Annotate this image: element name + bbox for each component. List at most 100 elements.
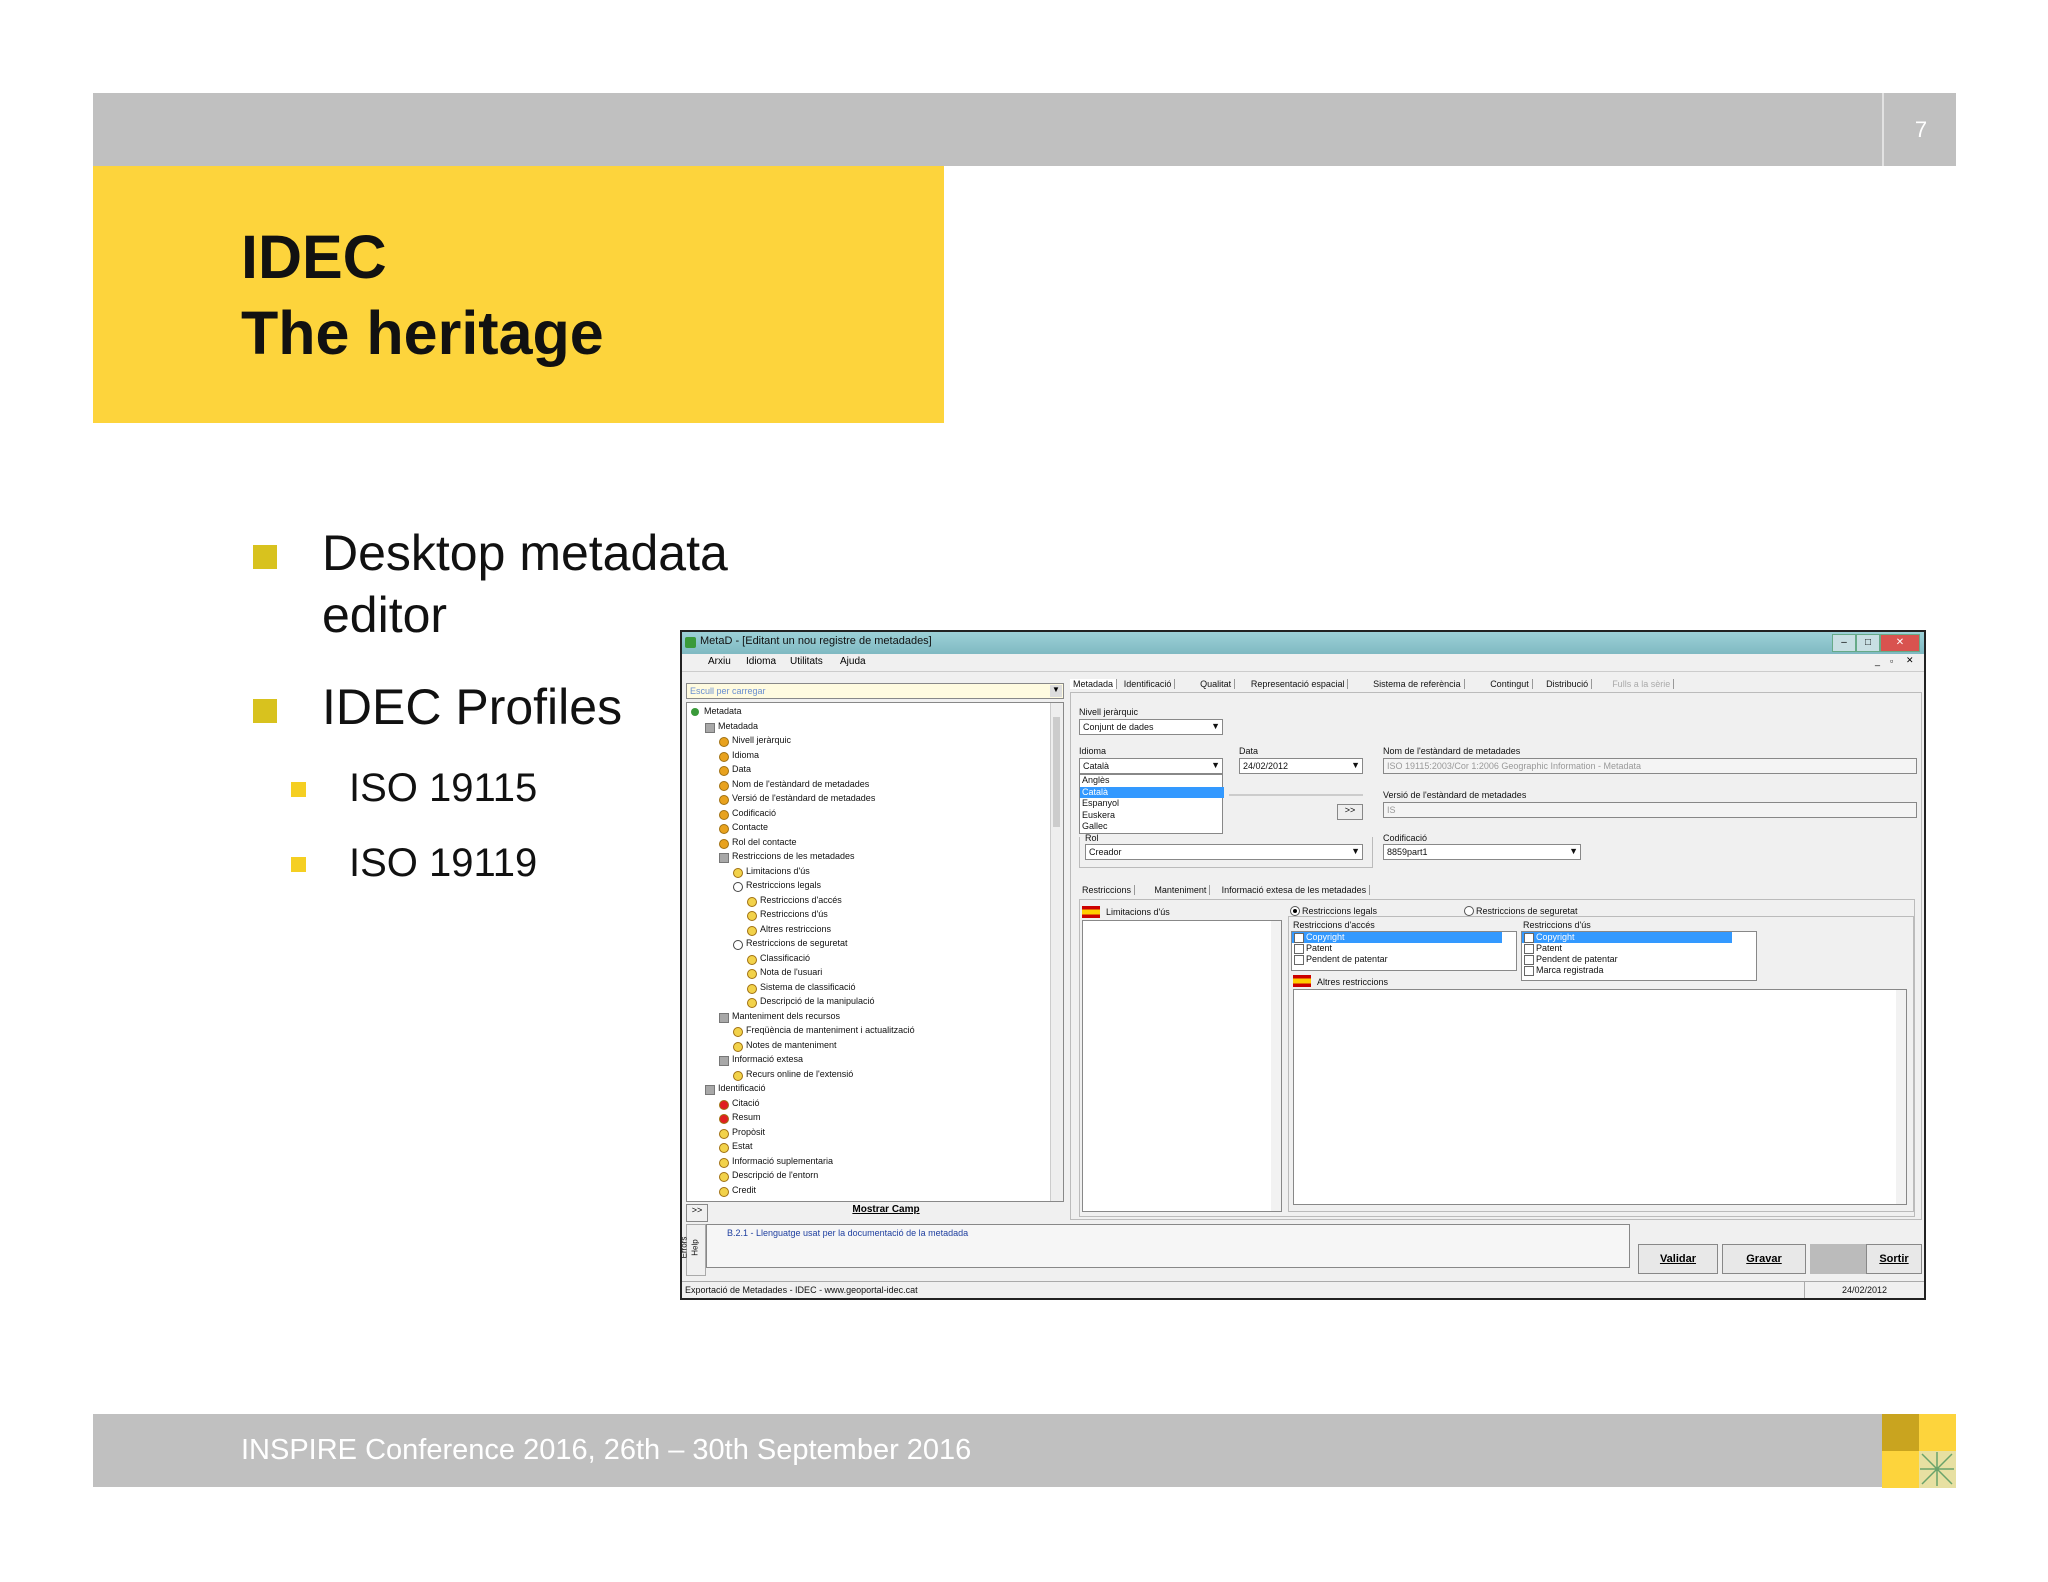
flag-icon xyxy=(1082,906,1100,918)
use-limits-textarea[interactable] xyxy=(1082,920,1282,1212)
tab-4[interactable]: Sistema de referència xyxy=(1370,679,1465,689)
language-option[interactable]: Català xyxy=(1080,786,1224,798)
textarea-scrollbar[interactable] xyxy=(1271,921,1281,1211)
tree-item-label: Data xyxy=(732,764,752,774)
checkbox-item[interactable]: Marca registrada xyxy=(1522,965,1732,976)
yellow-dot-icon xyxy=(733,1027,743,1037)
folder-icon xyxy=(719,853,729,863)
checkbox[interactable] xyxy=(1524,933,1534,943)
checkbox[interactable] xyxy=(1524,966,1534,976)
tab-5[interactable]: Contingut xyxy=(1487,679,1533,689)
tree-item-label: Restriccions legals xyxy=(746,880,822,890)
checkbox-item[interactable]: Patent xyxy=(1292,943,1502,954)
tree-item-label: Nota de l'usuari xyxy=(760,967,823,977)
mdi-minimize-icon[interactable]: _ xyxy=(1875,656,1880,666)
bullet-text: IDEC Profiles xyxy=(322,679,623,735)
tree-item-label: Classificació xyxy=(760,952,811,963)
chevron-down-icon[interactable]: ▼ xyxy=(1569,846,1578,856)
language-option[interactable]: Euskera xyxy=(1080,810,1224,821)
yellow-dot-icon xyxy=(719,1186,729,1197)
std-version-field[interactable]: IS xyxy=(1383,802,1917,818)
tab-2[interactable]: Qualitat xyxy=(1197,679,1236,689)
mdi-restore-icon[interactable]: ▫ xyxy=(1890,656,1893,666)
language-option[interactable]: Gallec xyxy=(1080,821,1224,832)
window-titlebar[interactable]: MetaD - [Editant un nou registre de meta… xyxy=(682,632,1924,654)
legal-radio[interactable] xyxy=(1290,906,1300,916)
language-select[interactable]: Català ▼ xyxy=(1079,758,1223,774)
maximize-icon[interactable]: □ xyxy=(1856,634,1880,652)
date-picker[interactable]: 24/02/2012 ▼ xyxy=(1239,758,1363,774)
checkbox-item[interactable]: Copyright xyxy=(1292,932,1502,943)
minimize-icon[interactable]: – xyxy=(1832,634,1856,652)
tab-7[interactable]: Fulls a la sèrie xyxy=(1609,679,1675,689)
show-field-button[interactable]: Mostrar Camp xyxy=(708,1204,1064,1220)
checkbox-item[interactable]: Pendent de patentar xyxy=(1522,954,1732,965)
close-icon[interactable]: ✕ xyxy=(1880,634,1920,652)
chevron-down-icon[interactable]: ▼ xyxy=(1211,760,1220,770)
save-button[interactable]: Gravar xyxy=(1722,1244,1806,1274)
tree-item-label: Estat xyxy=(732,1141,753,1151)
checkbox[interactable] xyxy=(1294,933,1304,943)
scroll-thumb[interactable] xyxy=(1053,717,1060,827)
tree-item-label: Idioma xyxy=(732,749,760,760)
security-radio[interactable] xyxy=(1464,906,1474,916)
std-name-field[interactable]: ISO 19115:2003/Cor 1:2006 Geographic Inf… xyxy=(1383,758,1917,774)
checkbox-item[interactable]: Pendent de patentar xyxy=(1292,954,1502,965)
textarea-scrollbar[interactable] xyxy=(1896,990,1906,1204)
contact-group xyxy=(1079,837,1373,868)
sub-bullet-marker xyxy=(291,857,306,872)
tab-3[interactable]: Representació espacial xyxy=(1248,679,1349,689)
chevron-down-icon[interactable]: ▼ xyxy=(1211,721,1220,731)
load-combobox[interactable]: Escull per carregar ▼ xyxy=(686,683,1064,699)
load-placeholder: Escull per carregar xyxy=(690,686,766,696)
checkbox[interactable] xyxy=(1524,944,1534,954)
metadata-tree[interactable]: Metadata Metadada Nivell jeràrquic Idioma Da… xyxy=(686,702,1064,1202)
checkbox[interactable] xyxy=(1294,955,1304,965)
other-restrictions-textarea[interactable] xyxy=(1293,989,1907,1205)
folder-icon xyxy=(719,1012,729,1023)
chevron-down-icon[interactable]: ▼ xyxy=(1050,685,1062,697)
checkbox[interactable] xyxy=(1294,944,1304,954)
mdi-close-icon[interactable]: ✕ xyxy=(1906,655,1914,666)
tab-0[interactable]: Metadada xyxy=(1070,679,1118,689)
exit-button[interactable]: Sortir xyxy=(1866,1244,1922,1274)
validate-button[interactable]: Validar xyxy=(1638,1244,1718,1274)
tree-item-label: Limitacions d'ús xyxy=(746,865,810,876)
menu-ajuda[interactable]: Ajuda xyxy=(840,656,866,667)
encoding-select[interactable]: 8859part1 ▼ xyxy=(1383,844,1581,860)
language-dropdown-list[interactable]: Anglès Català Espanyol Euskera Gallec xyxy=(1079,774,1224,834)
access-list[interactable]: Copyright Patent Pendent de patentar xyxy=(1291,931,1517,971)
menu-idioma[interactable]: Idioma xyxy=(746,656,776,667)
checkbox[interactable] xyxy=(1524,955,1534,965)
subtab-1[interactable]: Manteniment xyxy=(1151,885,1211,895)
tab-1[interactable]: Identificació xyxy=(1121,679,1176,689)
language-option[interactable]: Espanyol xyxy=(1080,798,1224,809)
errors-tab[interactable]: Errors xyxy=(682,1237,688,1259)
use-list[interactable]: Copyright Patent Pendent de patentar Marca … xyxy=(1521,931,1757,981)
yellow-dot-icon xyxy=(719,1157,729,1168)
date-label: Data xyxy=(1239,746,1259,756)
tree-item-label: Freqüència de manteniment i actualitzaci… xyxy=(746,1025,915,1035)
menu-arxiu[interactable]: Arxiu xyxy=(708,656,731,667)
restrictions-panel: Limitacions d'ús Restriccions legals Res… xyxy=(1079,899,1915,1217)
tree-scrollbar[interactable] xyxy=(1050,703,1063,1201)
expand-button[interactable]: >> xyxy=(686,1204,708,1222)
checkbox-item[interactable]: Copyright xyxy=(1522,932,1732,943)
checkbox-item[interactable]: Patent xyxy=(1522,943,1732,954)
checkbox-label: Patent xyxy=(1306,943,1333,953)
tab-6[interactable]: Distribució xyxy=(1543,679,1593,689)
tree-item-label: Restriccions de seguretat xyxy=(746,938,848,948)
language-option[interactable]: Anglès xyxy=(1080,775,1224,786)
bullet-text-continued: editor xyxy=(322,587,448,643)
chevron-down-icon[interactable]: ▼ xyxy=(1351,760,1360,770)
footer-text: INSPIRE Conference 2016, 26th – 30th Sep… xyxy=(241,1434,972,1466)
hier-level-select[interactable]: Conjunt de dades ▼ xyxy=(1079,719,1223,735)
tree-item-label: Metadada xyxy=(718,720,759,731)
help-tab[interactable]: Help xyxy=(691,1239,700,1255)
tree-item-label: Restriccions d'accés xyxy=(760,894,842,905)
checkbox-label: Copyright xyxy=(1536,932,1575,942)
menu-utilitats[interactable]: Utilitats xyxy=(790,656,823,667)
contact-button[interactable]: >> xyxy=(1337,804,1363,820)
subtab-2[interactable]: Informació extesa de les metadades xyxy=(1219,885,1371,895)
subtab-0[interactable]: Restriccions xyxy=(1079,885,1136,895)
